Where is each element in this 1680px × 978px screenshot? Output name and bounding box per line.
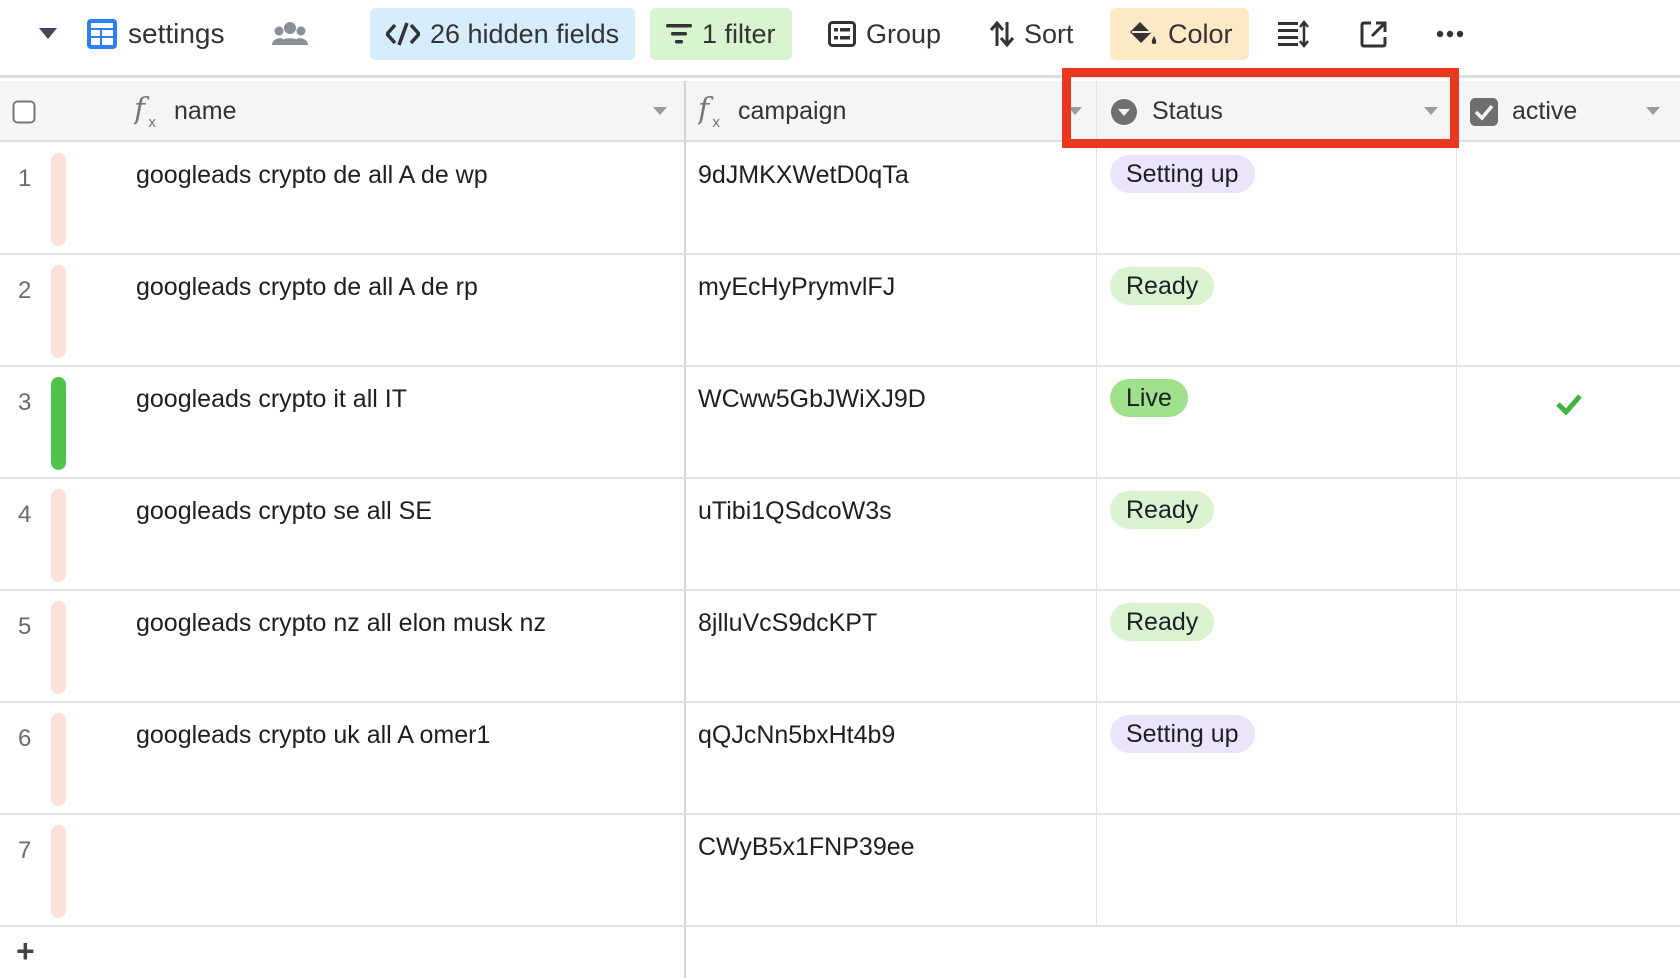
collaborators-icon bbox=[272, 22, 308, 45]
column-header-label: name bbox=[174, 97, 237, 125]
more-options-button[interactable] bbox=[1436, 8, 1464, 60]
cell-campaign[interactable]: qQJcNn5bxHt4b9 bbox=[698, 721, 895, 750]
paint-bucket-icon bbox=[1130, 22, 1157, 44]
cell-campaign[interactable]: 8jlluVcS9dcKPT bbox=[698, 609, 877, 638]
table-row[interactable]: 7 CWyB5x1FNP39ee bbox=[0, 815, 1680, 927]
row-color-indicator bbox=[51, 601, 66, 694]
column-header-label: active bbox=[1512, 97, 1578, 125]
column-menu-caret[interactable] bbox=[1424, 107, 1438, 115]
row-color-indicator bbox=[51, 713, 66, 806]
column-menu-caret[interactable] bbox=[653, 107, 667, 115]
view-name: settings bbox=[128, 18, 225, 49]
more-icon bbox=[1436, 30, 1464, 38]
cell-campaign[interactable]: myEcHyPrymvlFJ bbox=[698, 273, 895, 302]
column-header-campaign[interactable]: f x campaign bbox=[698, 81, 846, 142]
column-menu-caret[interactable] bbox=[1068, 107, 1082, 115]
cell-campaign[interactable]: uTibi1QSdcoW3s bbox=[698, 497, 892, 526]
status-badge[interactable]: Setting up bbox=[1110, 715, 1255, 753]
share-view-icon bbox=[1360, 21, 1387, 48]
cell-campaign[interactable]: 9dJMKXWetD0qTa bbox=[698, 161, 909, 190]
column-header-name[interactable]: f x name bbox=[134, 81, 237, 142]
chevron-down-icon bbox=[39, 28, 57, 39]
share-view-button[interactable] bbox=[1360, 8, 1388, 60]
table-row[interactable]: 4 googleads crypto se all SE uTibi1QSdco… bbox=[0, 479, 1680, 591]
group-button[interactable]: Group bbox=[828, 8, 941, 60]
row-height-button[interactable] bbox=[1278, 8, 1310, 60]
row-color-indicator bbox=[51, 153, 66, 246]
filter-button[interactable]: 1 filter bbox=[650, 8, 792, 60]
sort-icon bbox=[990, 21, 1014, 47]
select-all-checkbox[interactable] bbox=[12, 81, 36, 142]
cell-name[interactable]: googleads crypto se all SE bbox=[136, 497, 432, 526]
checkbox-empty-icon bbox=[12, 100, 36, 123]
row-number: 5 bbox=[18, 613, 32, 640]
table-row[interactable]: 1 googleads crypto de all A de wp 9dJMKX… bbox=[0, 143, 1680, 255]
status-badge[interactable]: Live bbox=[1110, 379, 1188, 417]
sort-button[interactable]: Sort bbox=[990, 8, 1074, 60]
cell-name[interactable]: googleads crypto de all A de wp bbox=[136, 161, 488, 190]
formula-icon: f x bbox=[134, 95, 156, 129]
cell-campaign[interactable]: WCww5GbJWiXJ9D bbox=[698, 385, 926, 414]
column-header-label: Status bbox=[1152, 97, 1223, 125]
cell-name[interactable]: googleads crypto nz all elon musk nz bbox=[136, 609, 546, 638]
active-check-icon[interactable] bbox=[1556, 393, 1582, 415]
single-select-icon bbox=[1111, 98, 1137, 125]
column-header-status[interactable]: Status bbox=[1110, 81, 1223, 142]
checkbox-icon bbox=[1470, 97, 1498, 126]
table-row[interactable]: 2 googleads crypto de all A de rp myEcHy… bbox=[0, 255, 1680, 367]
cell-campaign[interactable]: CWyB5x1FNP39ee bbox=[698, 833, 915, 862]
status-badge[interactable]: Ready bbox=[1110, 603, 1215, 641]
table-row[interactable]: 6 googleads crypto uk all A omer1 qQJcNn… bbox=[0, 703, 1680, 815]
view-switcher[interactable]: settings bbox=[86, 8, 225, 60]
cell-name[interactable]: googleads crypto de all A de rp bbox=[136, 273, 478, 302]
view-menu-toggle[interactable] bbox=[38, 8, 58, 60]
row-number: 6 bbox=[18, 725, 32, 752]
cell-name[interactable]: googleads crypto uk all A omer1 bbox=[136, 721, 490, 750]
add-row-bar: + bbox=[0, 927, 1680, 978]
color-button[interactable]: Color bbox=[1110, 8, 1249, 60]
filter-icon bbox=[666, 24, 692, 44]
row-color-indicator bbox=[51, 377, 66, 470]
column-header-label: campaign bbox=[738, 97, 847, 125]
grid-view-icon bbox=[87, 19, 117, 49]
row-color-indicator bbox=[51, 265, 66, 358]
row-height-icon bbox=[1278, 20, 1309, 48]
view-toolbar: settings 26 hidden fields 1 filter Group bbox=[0, 0, 1680, 78]
row-color-indicator bbox=[51, 489, 66, 582]
row-number: 1 bbox=[18, 165, 32, 192]
table-row[interactable]: 5 googleads crypto nz all elon musk nz 8… bbox=[0, 591, 1680, 703]
collaborators-button[interactable] bbox=[272, 8, 308, 60]
hidden-fields-label: 26 hidden fields bbox=[430, 18, 620, 49]
group-label: Group bbox=[866, 18, 942, 49]
column-menu-caret[interactable] bbox=[1646, 107, 1660, 115]
group-icon bbox=[828, 21, 856, 47]
status-badge[interactable]: Ready bbox=[1110, 267, 1215, 305]
status-badge[interactable]: Ready bbox=[1110, 491, 1215, 529]
status-badge[interactable]: Setting up bbox=[1110, 155, 1255, 193]
row-number: 2 bbox=[18, 277, 32, 304]
svg-text:x: x bbox=[712, 115, 720, 129]
row-color-indicator bbox=[51, 825, 66, 918]
hidden-fields-icon bbox=[386, 22, 420, 46]
row-number: 7 bbox=[18, 837, 32, 864]
cell-name[interactable]: googleads crypto it all IT bbox=[136, 385, 407, 414]
hidden-fields-button[interactable]: 26 hidden fields bbox=[370, 8, 636, 60]
formula-icon: f x bbox=[698, 95, 720, 129]
svg-text:x: x bbox=[148, 115, 156, 129]
sort-label: Sort bbox=[1024, 18, 1074, 49]
filter-label: 1 filter bbox=[702, 18, 776, 49]
color-label: Color bbox=[1168, 18, 1233, 49]
column-header-active[interactable]: active bbox=[1470, 81, 1577, 142]
row-number: 3 bbox=[18, 389, 32, 416]
column-header-row: f x name f x campaign Status active bbox=[0, 81, 1680, 142]
row-number: 4 bbox=[18, 501, 32, 528]
table-row[interactable]: 3 googleads crypto it all IT WCww5GbJWiX… bbox=[0, 367, 1680, 479]
add-row-button[interactable]: + bbox=[16, 933, 35, 970]
